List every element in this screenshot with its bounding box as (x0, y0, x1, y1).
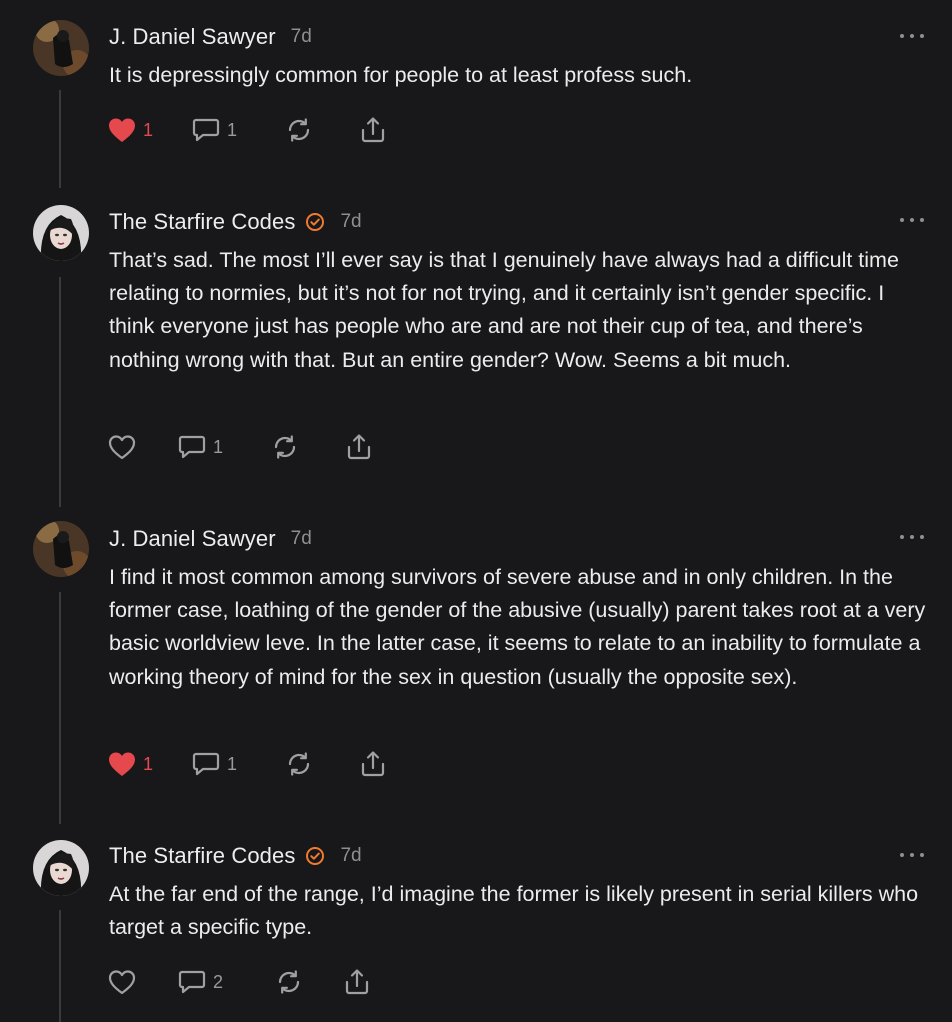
comment-text: I find it most common among survivors of… (109, 565, 926, 689)
like-count: 1 (143, 753, 154, 774)
like-count: 1 (143, 119, 154, 140)
author-name[interactable]: The Starfire Codes (109, 843, 295, 869)
comment-actions: 1 (107, 431, 374, 463)
restack-icon (288, 118, 310, 142)
avatar[interactable] (33, 521, 89, 577)
share-button[interactable] (344, 433, 374, 461)
dot-icon (910, 535, 914, 539)
avatar[interactable] (33, 20, 89, 76)
reply-count: 1 (227, 753, 238, 774)
portrait-avatar-image (33, 205, 89, 261)
restack-button[interactable] (274, 968, 342, 996)
reply-button[interactable]: 1 (191, 750, 284, 778)
dot-icon (900, 34, 904, 38)
like-button[interactable] (107, 433, 177, 461)
comment-bubble-icon (192, 752, 220, 776)
avatar[interactable] (33, 840, 89, 896)
share-icon (345, 969, 369, 995)
share-icon (347, 434, 371, 460)
more-options-button[interactable] (900, 30, 924, 42)
like-button[interactable]: 1 (107, 116, 191, 144)
like-button[interactable]: 1 (107, 750, 191, 778)
reply-button[interactable]: 1 (177, 433, 270, 461)
comment-header: The Starfire Codes 7d (109, 208, 362, 236)
timestamp[interactable]: 7d (340, 211, 361, 233)
dot-icon (920, 34, 924, 38)
thread-line (59, 592, 61, 824)
dot-icon (900, 535, 904, 539)
heart-outline-icon (108, 435, 136, 460)
share-button[interactable] (342, 968, 372, 996)
timestamp[interactable]: 7d (291, 26, 312, 48)
comment-actions: 1 1 (107, 748, 388, 780)
restack-icon (274, 435, 296, 459)
comment-text: That’s sad. The most I’ll ever say is th… (109, 248, 899, 372)
avatar[interactable] (33, 205, 89, 261)
comment-actions: 2 (107, 966, 372, 998)
comment-header: J. Daniel Sawyer 7d (109, 23, 312, 51)
share-icon (361, 751, 385, 777)
reply-button[interactable]: 1 (191, 116, 284, 144)
more-options-button[interactable] (900, 531, 924, 543)
restack-button[interactable] (270, 433, 344, 461)
dot-icon (910, 34, 914, 38)
restack-icon (288, 752, 310, 776)
restack-button[interactable] (284, 116, 358, 144)
author-name[interactable]: J. Daniel Sawyer (109, 24, 276, 50)
share-button[interactable] (358, 750, 388, 778)
reply-count: 1 (213, 436, 224, 457)
dot-icon (900, 853, 904, 857)
comment-bubble-icon (178, 435, 206, 459)
share-icon (361, 117, 385, 143)
author-name[interactable]: The Starfire Codes (109, 209, 295, 235)
reply-count: 1 (227, 119, 238, 140)
restack-icon (278, 970, 300, 994)
dot-icon (920, 535, 924, 539)
restack-button[interactable] (284, 750, 358, 778)
comment-bubble-icon (178, 970, 206, 994)
heart-filled-icon (109, 118, 135, 142)
comment-bubble-icon (192, 118, 220, 142)
verified-check-icon (306, 213, 325, 231)
timestamp[interactable]: 7d (340, 845, 361, 867)
thread-line (59, 910, 61, 1022)
dot-icon (920, 853, 924, 857)
comment-header: J. Daniel Sawyer 7d (109, 525, 312, 553)
comment-text: At the far end of the range, I’d imagine… (109, 882, 919, 940)
share-button[interactable] (358, 116, 388, 144)
dot-icon (900, 218, 904, 222)
heart-filled-icon (109, 752, 135, 776)
heart-outline-icon (108, 970, 136, 995)
portrait-avatar-image (33, 840, 89, 896)
timestamp[interactable]: 7d (291, 528, 312, 550)
more-options-button[interactable] (900, 849, 924, 861)
like-button[interactable] (107, 968, 177, 996)
thread-line (59, 277, 61, 507)
more-options-button[interactable] (900, 214, 924, 226)
dot-icon (920, 218, 924, 222)
comment-text: It is depressingly common for people to … (109, 63, 693, 87)
dot-icon (910, 218, 914, 222)
reply-count: 2 (213, 971, 224, 992)
comment-header: The Starfire Codes 7d (109, 842, 362, 870)
verified-check-icon (306, 847, 325, 865)
author-name[interactable]: J. Daniel Sawyer (109, 526, 276, 552)
reply-button[interactable]: 2 (177, 968, 274, 996)
comment-actions: 1 1 (107, 114, 388, 146)
dark-landscape-avatar-image (33, 20, 89, 76)
dark-landscape-avatar-image (33, 521, 89, 577)
thread-line (59, 90, 61, 188)
dot-icon (910, 853, 914, 857)
